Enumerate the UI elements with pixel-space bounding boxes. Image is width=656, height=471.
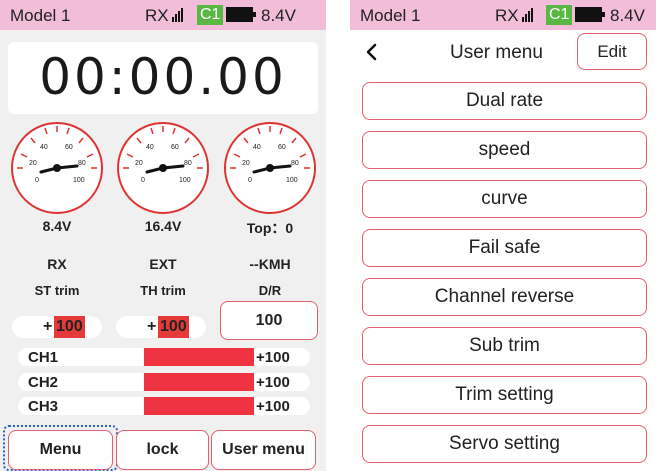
menu-item-dual-rate[interactable]: Dual rate <box>362 82 647 120</box>
gauge-tick-40: 40 <box>146 144 154 151</box>
th-trim-label: TH trim <box>140 283 186 298</box>
th-trim-value: 100 <box>158 316 189 338</box>
gauge-tick-40: 40 <box>253 144 261 151</box>
st-trim-label: ST trim <box>34 283 80 298</box>
speed-unit-label: --KMH <box>249 256 291 272</box>
menu-item-channel-reverse[interactable]: Channel reverse <box>362 278 647 316</box>
channel-bar <box>144 397 254 415</box>
gauge-tick-0: 0 <box>141 177 145 184</box>
chevron-left-icon[interactable] <box>360 40 384 64</box>
channel-row: CH2 +100 <box>18 373 310 391</box>
channel-value: +100 <box>256 349 290 366</box>
gauge-tick-100: 100 <box>73 177 85 184</box>
battery-voltage: 8.4V <box>610 6 645 25</box>
gauge-tick-80: 80 <box>291 160 299 167</box>
gauge-tick-80: 80 <box>184 160 192 167</box>
rx-voltage-gauge: 20 40 60 80 100 0 <box>11 122 103 214</box>
gauge-tick-40: 40 <box>40 144 48 151</box>
st-trim-value: 100 <box>54 316 85 338</box>
gauge-tick-100: 100 <box>179 177 191 184</box>
lock-button[interactable]: lock <box>116 430 209 470</box>
gauge-tick-60: 60 <box>278 144 286 151</box>
channel-badge: C1 <box>546 5 573 25</box>
gauge-tick-60: 60 <box>171 144 179 151</box>
status-bar: Model 1 RX C1 8.4V <box>350 0 656 30</box>
ext-voltage-label: EXT <box>149 256 177 272</box>
gauge-tick-60: 60 <box>65 144 73 151</box>
st-trim-indicator[interactable]: + 100 <box>12 316 102 338</box>
channel-bar <box>144 348 254 366</box>
menu-item-speed[interactable]: speed <box>362 131 647 169</box>
menu-item-sub-trim[interactable]: Sub trim <box>362 327 647 365</box>
st-trim-sign: + <box>43 318 53 335</box>
th-trim-indicator[interactable]: + 100 <box>116 316 206 338</box>
gauge-tick-0: 0 <box>248 177 252 184</box>
page-title: User menu <box>450 42 543 63</box>
timer-display: 00:00.00 <box>39 48 287 106</box>
ext-voltage-value: 16.4V <box>144 218 182 234</box>
battery-icon <box>575 7 605 22</box>
gauge-tick-20: 20 <box>135 160 143 167</box>
gauge-tick-80: 80 <box>78 160 86 167</box>
speed-gauge: 20 40 60 80 100 0 <box>224 122 316 214</box>
th-trim-sign: + <box>147 318 157 335</box>
battery-voltage: 8.4V <box>261 6 296 25</box>
gauge-tick-100: 100 <box>286 177 298 184</box>
battery-icon <box>226 7 256 22</box>
menu-item-fail-safe[interactable]: Fail safe <box>362 229 647 267</box>
rx-voltage-value: 8.4V <box>42 218 72 234</box>
channel-name: CH1 <box>28 349 59 366</box>
menu-button[interactable]: Menu <box>8 430 113 470</box>
rx-label: RX <box>145 6 169 25</box>
top-speed-value: Top：0 <box>246 220 294 236</box>
gauge-tick-20: 20 <box>29 160 37 167</box>
menu-item-curve[interactable]: curve <box>362 180 647 218</box>
gauge-tick-20: 20 <box>242 160 250 167</box>
channel-row: CH1 +100 <box>18 348 310 366</box>
channel-name: CH3 <box>28 398 59 415</box>
model-name: Model 1 <box>360 6 421 25</box>
channel-value: +100 <box>256 374 290 391</box>
channel-value: +100 <box>256 398 290 415</box>
edit-button[interactable]: Edit <box>577 33 647 70</box>
status-bar: Model 1 RX C1 8.4V <box>0 0 326 30</box>
channel-badge: C1 <box>197 5 224 25</box>
channel-bar <box>144 373 254 391</box>
rx-label: RX <box>495 6 519 25</box>
ext-voltage-gauge: 20 40 60 80 100 0 <box>117 122 209 214</box>
menu-item-servo-setting[interactable]: Servo setting <box>362 425 647 463</box>
menu-item-trim-setting[interactable]: Trim setting <box>362 376 647 414</box>
home-screen: Model 1 RX C1 8.4V 00:00.00 20 40 60 80 … <box>0 0 326 471</box>
rx-voltage-label: RX <box>47 256 67 272</box>
channel-row: CH3 +100 <box>18 397 310 415</box>
timer-panel[interactable]: 00:00.00 <box>8 42 318 114</box>
model-name: Model 1 <box>10 6 71 25</box>
user-menu-button[interactable]: User menu <box>211 430 316 470</box>
channel-name: CH2 <box>28 374 59 391</box>
gauge-tick-0: 0 <box>35 177 39 184</box>
dual-rate-value[interactable]: 100 <box>220 301 318 340</box>
dr-label: D/R <box>258 283 282 298</box>
user-menu-screen: Model 1 RX C1 8.4V User menu Edit Dual r… <box>350 0 656 471</box>
